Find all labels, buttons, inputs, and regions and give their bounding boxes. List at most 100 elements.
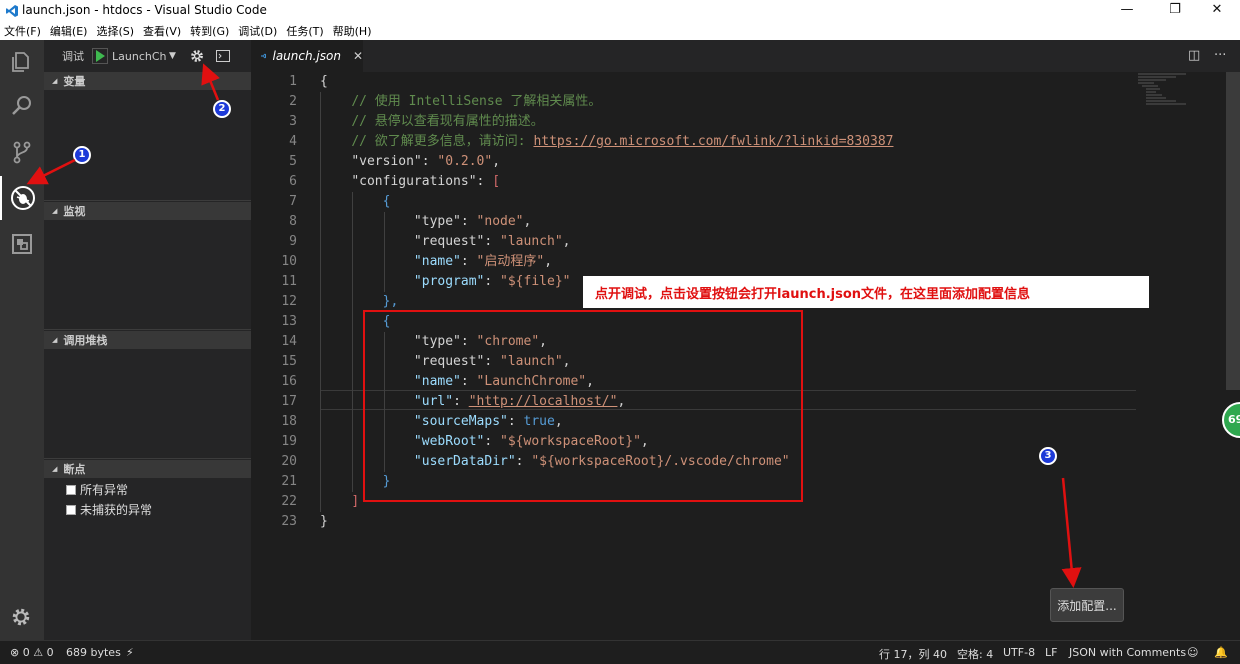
code-line-3: // 悬停以查看现有属性的描述。 xyxy=(320,112,544,132)
link[interactable]: https://go.microsoft.com/fwlink/?linkid=… xyxy=(533,134,893,149)
file-size: 689 bytes xyxy=(66,646,121,659)
line-number: 3 xyxy=(289,114,297,129)
debug-label: 调试 xyxy=(62,50,84,63)
explorer-icon xyxy=(12,52,29,72)
debug-sidebar: 调试 LaunchChi ▼ ◢ 变量 ◢ 监视 ◢ 调用堆栈 ◢ 断点 所有异… xyxy=(44,40,251,640)
activity-source-control[interactable] xyxy=(0,130,44,174)
smiley-icon[interactable]: ☺ xyxy=(1187,646,1198,659)
line-number: 5 xyxy=(289,154,297,169)
callstack-title: 调用堆栈 xyxy=(63,334,108,347)
code-line-23: } xyxy=(320,512,328,532)
problems-indicator[interactable]: ⊗ 0 ⚠ 0 xyxy=(10,646,54,659)
step-badge-2: 2 xyxy=(213,100,231,118)
indentation[interactable]: 空格: 4 xyxy=(957,646,993,662)
divider xyxy=(44,200,251,201)
title-bar: launch.json - htdocs - Visual Studio Cod… xyxy=(0,0,1240,22)
encoding[interactable]: UTF-8 xyxy=(1003,646,1035,659)
annotation-text: 点开调试，点击设置按钮会打开launch.json文件，在这里面添加配置信息 xyxy=(583,276,1149,308)
warning-icon: ⚠ xyxy=(33,646,44,659)
split-editor-icon[interactable]: ◫ xyxy=(1188,48,1200,63)
watch-header[interactable]: ◢ 监视 xyxy=(44,202,251,220)
line-number: 7 xyxy=(289,194,297,209)
minimize-button[interactable]: — xyxy=(1104,0,1150,22)
chevron-down-icon[interactable]: ▼ xyxy=(169,51,176,61)
extensions-icon xyxy=(12,234,32,254)
menu-tasks[interactable]: 任务(T) xyxy=(286,23,323,39)
tab-launch-json[interactable]: launch.json ✕ xyxy=(251,40,363,72)
activity-search[interactable] xyxy=(0,84,44,128)
divider xyxy=(44,329,251,330)
breakpoint-uncaught-exceptions[interactable]: 未捕获的异常 xyxy=(66,501,152,518)
json-key: "name" xyxy=(413,254,461,269)
json-string: "launch" xyxy=(500,234,563,249)
activity-debug[interactable] xyxy=(0,176,44,220)
play-icon xyxy=(96,50,105,62)
breakpoint-label: 所有异常 xyxy=(80,483,129,497)
line-number: 2 xyxy=(289,94,297,109)
code-line-5: "version": "0.2.0", xyxy=(351,154,501,169)
line-number: 15 xyxy=(281,354,297,369)
close-icon[interactable]: ✕ xyxy=(353,49,363,63)
json-string: "启动程序" xyxy=(476,254,545,269)
menu-view[interactable]: 查看(V) xyxy=(143,23,181,39)
vertical-scrollbar[interactable] xyxy=(1226,72,1240,390)
line-number: 1 xyxy=(289,74,297,89)
menu-file[interactable]: 文件(F) xyxy=(4,23,41,39)
activity-extensions[interactable] xyxy=(0,222,44,266)
callstack-header[interactable]: ◢ 调用堆栈 xyxy=(44,331,251,349)
menu-selection[interactable]: 选择(S) xyxy=(96,23,134,39)
line-number: 12 xyxy=(281,294,297,309)
expand-icon: ◢ xyxy=(52,77,58,85)
debug-config-select[interactable]: LaunchChi xyxy=(112,50,167,63)
bell-icon[interactable]: 🔔 xyxy=(1214,646,1228,659)
menu-help[interactable]: 帮助(H) xyxy=(333,23,372,39)
open-launch-json-button[interactable] xyxy=(190,49,204,63)
menu-bar: 文件(F) 编辑(E) 选择(S) 查看(V) 转到(G) 调试(D) 任务(T… xyxy=(0,22,1240,40)
line-number: 16 xyxy=(281,374,297,389)
breakpoints-header[interactable]: ◢ 断点 xyxy=(44,460,251,478)
status-bar: ⊗ 0 ⚠ 0 689 bytes ⚡ 行 17，列 40 空格: 4 UTF-… xyxy=(0,640,1240,664)
json-key: "request" xyxy=(413,234,485,249)
breakpoint-all-exceptions[interactable]: 所有异常 xyxy=(66,481,128,498)
line-number: 22 xyxy=(281,494,297,509)
menu-goto[interactable]: 转到(G) xyxy=(190,23,229,39)
menu-debug[interactable]: 调试(D) xyxy=(238,23,277,39)
code-line-10: "name": "启动程序", xyxy=(413,254,553,269)
bracket: [ xyxy=(492,174,501,189)
checkbox[interactable] xyxy=(66,504,76,515)
checkbox[interactable] xyxy=(66,484,76,495)
line-number: 10 xyxy=(281,254,297,269)
menu-edit[interactable]: 编辑(E) xyxy=(50,23,88,39)
cursor-position[interactable]: 行 17，列 40 xyxy=(879,646,947,662)
json-key: "version" xyxy=(351,154,422,169)
breakpoints-title: 断点 xyxy=(63,463,86,476)
console-icon xyxy=(215,50,230,62)
minimap[interactable] xyxy=(1136,72,1216,112)
tab-label: launch.json xyxy=(272,49,341,63)
debug-console-button[interactable] xyxy=(215,50,230,62)
language-mode[interactable]: JSON with Comments xyxy=(1069,646,1186,659)
json-string: "0.2.0" xyxy=(437,154,493,169)
restore-button[interactable]: ❐ xyxy=(1152,0,1198,22)
add-configuration-button[interactable]: 添加配置... xyxy=(1050,588,1124,622)
brace: { xyxy=(382,194,391,209)
line-number: 11 xyxy=(281,274,297,289)
variables-header[interactable]: ◢ 变量 xyxy=(44,72,251,90)
start-debugging-button[interactable] xyxy=(92,48,108,64)
line-number: 17 xyxy=(281,394,297,409)
vscode-logo-icon xyxy=(6,5,18,17)
json-key: "configurations" xyxy=(351,174,477,189)
variables-title: 变量 xyxy=(63,75,86,88)
comment: // 悬停以查看现有属性的描述。 xyxy=(351,114,544,129)
activity-explorer[interactable] xyxy=(0,40,44,84)
end-of-line[interactable]: LF xyxy=(1045,646,1057,659)
brace: { xyxy=(320,74,328,89)
activity-settings[interactable] xyxy=(0,596,44,640)
gear-icon xyxy=(12,608,30,626)
json-string: "${file}" xyxy=(500,274,571,289)
expand-icon: ◢ xyxy=(52,207,58,215)
warning-count: 0 xyxy=(46,646,54,659)
window-title: launch.json - htdocs - Visual Studio Cod… xyxy=(22,3,267,17)
more-actions-icon[interactable]: ··· xyxy=(1214,48,1226,63)
close-button[interactable]: ✕ xyxy=(1194,0,1240,22)
